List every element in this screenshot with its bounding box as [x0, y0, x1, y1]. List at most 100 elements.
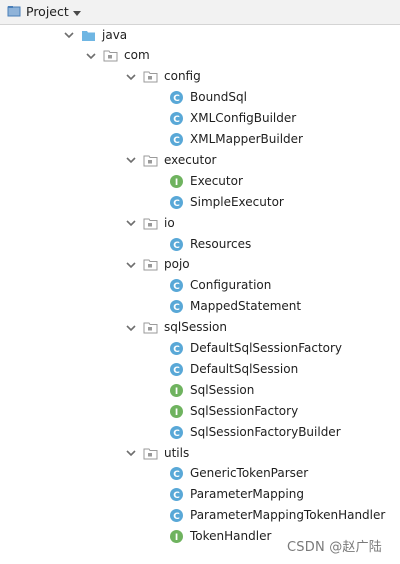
csdn-watermark: CSDN @赵广陆: [285, 536, 384, 555]
tree-item-label: config: [164, 69, 201, 84]
svg-text:C: C: [173, 241, 180, 251]
tree-item-tokenhandler[interactable]: I TokenHandler: [149, 526, 271, 547]
class-icon: C: [169, 278, 184, 293]
interface-icon: I: [169, 404, 184, 419]
expand-chevron-icon[interactable]: [62, 28, 76, 42]
tree-item-sqlsession[interactable]: I SqlSession: [149, 380, 254, 401]
tree-item-defaultsqlsession[interactable]: C DefaultSqlSession: [149, 359, 298, 380]
svg-text:C: C: [173, 303, 180, 313]
svg-text:C: C: [173, 512, 180, 522]
project-view-header: Project: [0, 0, 400, 25]
interface-icon: I: [169, 383, 184, 398]
tree-item-boundsql[interactable]: C BoundSql: [149, 87, 247, 108]
expand-chevron-icon[interactable]: [124, 446, 138, 460]
tree-item-label: com: [124, 48, 150, 63]
view-dropdown-chevron-icon[interactable]: [72, 7, 82, 16]
tree-item-xmlmapperbuilder[interactable]: C XMLMapperBuilder: [149, 129, 303, 150]
tree-item-label: sqlSession: [164, 320, 227, 335]
project-tree[interactable]: java com config C BoundSql C XMLConfigBuilder C…: [0, 24, 400, 564]
package-icon: [143, 320, 158, 335]
tree-item-executor[interactable]: I Executor: [149, 171, 243, 192]
tree-item-label: XMLConfigBuilder: [190, 111, 297, 126]
tree-item-label: DefaultSqlSession: [190, 361, 299, 376]
tree-item-label: GenericTokenParser: [190, 466, 309, 481]
class-icon: C: [169, 508, 184, 523]
svg-text:C: C: [173, 470, 180, 480]
expand-chevron-icon[interactable]: [84, 49, 98, 63]
tree-item-simpleexecutor[interactable]: C SimpleExecutor: [149, 192, 284, 213]
tree-item-label: Executor: [190, 173, 243, 188]
tree-item-label: TokenHandler: [190, 529, 272, 544]
expand-chevron-icon[interactable]: [124, 258, 138, 272]
svg-text:C: C: [173, 282, 180, 292]
interface-icon: I: [169, 174, 184, 189]
class-icon: C: [169, 237, 184, 252]
tree-item-sqlsession[interactable]: sqlSession: [124, 317, 227, 338]
class-icon: C: [169, 425, 184, 440]
svg-text:C: C: [173, 345, 180, 355]
class-icon: C: [169, 195, 184, 210]
tree-item-config[interactable]: config: [124, 66, 201, 87]
tree-item-utils[interactable]: utils: [124, 443, 189, 464]
tree-item-label: pojo: [164, 257, 190, 272]
class-icon: C: [169, 111, 184, 126]
interface-icon: I: [169, 529, 184, 544]
tree-item-com[interactable]: com: [84, 45, 150, 66]
package-icon: [143, 153, 158, 168]
svg-text:I: I: [175, 387, 178, 397]
tree-item-label: SimpleExecutor: [190, 194, 284, 209]
class-icon: C: [169, 466, 184, 481]
svg-text:I: I: [175, 408, 178, 418]
tree-item-parametermappingtokenhandler[interactable]: C ParameterMappingTokenHandler: [149, 505, 385, 526]
tree-item-resources[interactable]: C Resources: [149, 234, 251, 255]
class-icon: C: [169, 299, 184, 314]
tree-item-label: SqlSession: [190, 382, 255, 397]
tree-item-java[interactable]: java: [62, 25, 127, 46]
svg-text:I: I: [175, 533, 178, 543]
tree-item-generictokenparser[interactable]: C GenericTokenParser: [149, 463, 308, 484]
expand-chevron-icon[interactable]: [124, 321, 138, 335]
tree-item-label: MappedStatement: [190, 299, 302, 314]
tree-item-pojo[interactable]: pojo: [124, 254, 190, 275]
class-icon: C: [169, 362, 184, 377]
class-icon: C: [169, 132, 184, 147]
svg-text:C: C: [173, 94, 180, 104]
package-icon: [143, 257, 158, 272]
tree-item-label: XMLMapperBuilder: [190, 132, 303, 146]
tree-item-parametermapping[interactable]: C ParameterMapping: [149, 484, 304, 505]
tree-item-label: BoundSql: [190, 90, 247, 105]
tree-item-label: Configuration: [190, 278, 272, 293]
svg-text:C: C: [173, 136, 180, 146]
svg-text:I: I: [175, 178, 178, 188]
tree-item-io[interactable]: io: [124, 213, 175, 234]
expand-chevron-icon[interactable]: [124, 216, 138, 230]
project-view-title[interactable]: Project: [26, 4, 69, 19]
project-folder-icon: [7, 4, 21, 18]
tree-item-defaultsqlsessionfactory[interactable]: C DefaultSqlSessionFactory: [149, 338, 342, 359]
svg-text:C: C: [173, 491, 180, 501]
tree-item-label: io: [164, 215, 175, 230]
tree-item-label: DefaultSqlSessionFactory: [190, 341, 343, 355]
tree-item-label: java: [102, 27, 128, 42]
class-icon: C: [169, 90, 184, 105]
tree-item-sqlsessionfactory[interactable]: I SqlSessionFactory: [149, 401, 298, 422]
svg-text:C: C: [173, 115, 180, 125]
folder-blue-icon: [81, 28, 96, 43]
expand-chevron-icon[interactable]: [124, 153, 138, 167]
expand-chevron-icon[interactable]: [124, 70, 138, 84]
tree-item-configuration[interactable]: C Configuration: [149, 275, 271, 296]
package-icon: [143, 69, 158, 84]
tree-item-executor[interactable]: executor: [124, 150, 216, 171]
tree-item-sqlsessionfactorybuilder[interactable]: C SqlSessionFactoryBuilder: [149, 422, 341, 443]
svg-text:C: C: [173, 366, 180, 376]
tree-item-label: Resources: [190, 236, 252, 251]
tree-item-label: executor: [164, 152, 217, 167]
class-icon: C: [169, 487, 184, 502]
class-icon: C: [169, 341, 184, 356]
tree-item-xmlconfigbuilder[interactable]: C XMLConfigBuilder: [149, 108, 296, 129]
tree-item-label: ParameterMapping: [190, 487, 304, 502]
tree-item-label: utils: [164, 445, 190, 460]
tree-item-label: SqlSessionFactory: [190, 403, 299, 418]
tree-item-mappedstatement[interactable]: C MappedStatement: [149, 296, 301, 317]
svg-text:C: C: [173, 199, 180, 209]
